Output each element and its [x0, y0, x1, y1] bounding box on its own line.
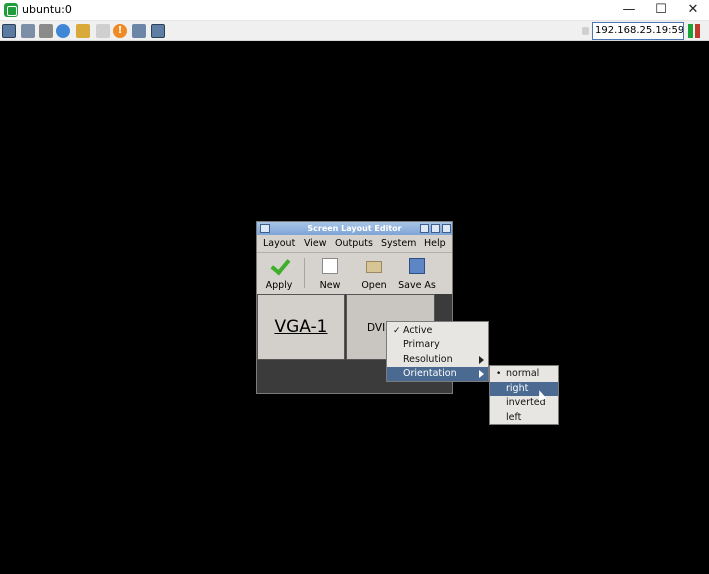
new-button[interactable]: New [310, 256, 350, 292]
menu-item-label: Orientation [403, 368, 457, 379]
menu-layout[interactable]: Layout [263, 238, 295, 249]
submenu-arrow-icon [479, 356, 484, 364]
menu-item-primary[interactable]: Primary [387, 338, 488, 352]
orientation-submenu: • normal right inverted left [489, 365, 559, 425]
output-vga-1-label: VGA-1 [274, 317, 328, 337]
tools-icon[interactable] [39, 24, 53, 38]
orientation-left[interactable]: left [490, 411, 558, 425]
submenu-arrow-icon [479, 370, 484, 378]
menu-view[interactable]: View [304, 238, 327, 249]
fullscreen-icon[interactable] [151, 24, 165, 38]
dialog-minimize-button[interactable] [420, 224, 429, 233]
radio-bullet-icon: • [496, 369, 502, 379]
editor-toolbar: Apply New Open Save As [257, 254, 452, 294]
menu-system[interactable]: System [381, 238, 416, 249]
refresh-icon[interactable] [56, 24, 70, 38]
minimize-button[interactable]: — [613, 0, 645, 20]
transfer-icon[interactable] [132, 24, 146, 38]
connection-info-icon[interactable] [21, 24, 35, 38]
menu-item-label: left [506, 412, 522, 423]
address-field[interactable]: 192.168.25.19:5900 [592, 22, 684, 40]
window-titlebar: ubuntu:0 — ☐ ✕ [0, 0, 709, 21]
alert-icon[interactable]: ! [113, 24, 127, 38]
options-icon[interactable] [2, 24, 16, 38]
vnc-app-icon [4, 3, 18, 17]
lock-icon [582, 27, 589, 35]
folder-icon [366, 261, 382, 273]
toolbar-separator [304, 258, 305, 288]
close-button[interactable]: ✕ [677, 0, 709, 20]
menu-item-resolution[interactable]: Resolution [387, 353, 488, 367]
checkmark-icon [271, 258, 287, 274]
check-icon: ✓ [393, 326, 401, 336]
orientation-right[interactable]: right [490, 382, 558, 396]
menu-item-label: normal [506, 368, 540, 379]
orientation-inverted[interactable]: inverted [490, 396, 558, 410]
maximize-button[interactable]: ☐ [645, 0, 677, 20]
keyboard-icon[interactable] [96, 24, 110, 38]
ctrl-alt-del-icon[interactable] [76, 24, 90, 38]
menu-help[interactable]: Help [424, 238, 446, 249]
menu-item-label: Primary [403, 339, 440, 350]
connection-quality-icon [688, 24, 702, 38]
menu-item-orientation[interactable]: Orientation [387, 367, 488, 381]
menu-outputs[interactable]: Outputs [335, 238, 373, 249]
window-title: ubuntu:0 [22, 3, 72, 16]
dialog-titlebar: Screen Layout Editor [257, 222, 452, 235]
menu-item-label: Resolution [403, 354, 453, 365]
dialog-close-button[interactable] [442, 224, 451, 233]
save-as-button[interactable]: Save As [397, 256, 437, 292]
new-label: New [319, 280, 341, 291]
new-document-icon [322, 258, 338, 274]
save-as-label: Save As [398, 280, 436, 291]
open-label: Open [361, 280, 387, 291]
menu-bar: Layout View Outputs System Help [257, 235, 452, 253]
output-context-menu: ✓ Active Primary Resolution Orientation [386, 321, 489, 382]
apply-button[interactable]: Apply [259, 256, 299, 292]
output-dvi-label: DVI [367, 322, 386, 334]
apply-label: Apply [265, 280, 293, 291]
menu-item-active[interactable]: ✓ Active [387, 324, 488, 338]
orientation-normal[interactable]: • normal [490, 367, 558, 381]
save-as-icon [409, 258, 425, 274]
dialog-maximize-button[interactable] [431, 224, 440, 233]
menu-item-label: right [506, 383, 529, 394]
menu-item-label: Active [403, 325, 433, 336]
open-button[interactable]: Open [354, 256, 394, 292]
output-vga-1[interactable]: VGA-1 [257, 294, 345, 360]
